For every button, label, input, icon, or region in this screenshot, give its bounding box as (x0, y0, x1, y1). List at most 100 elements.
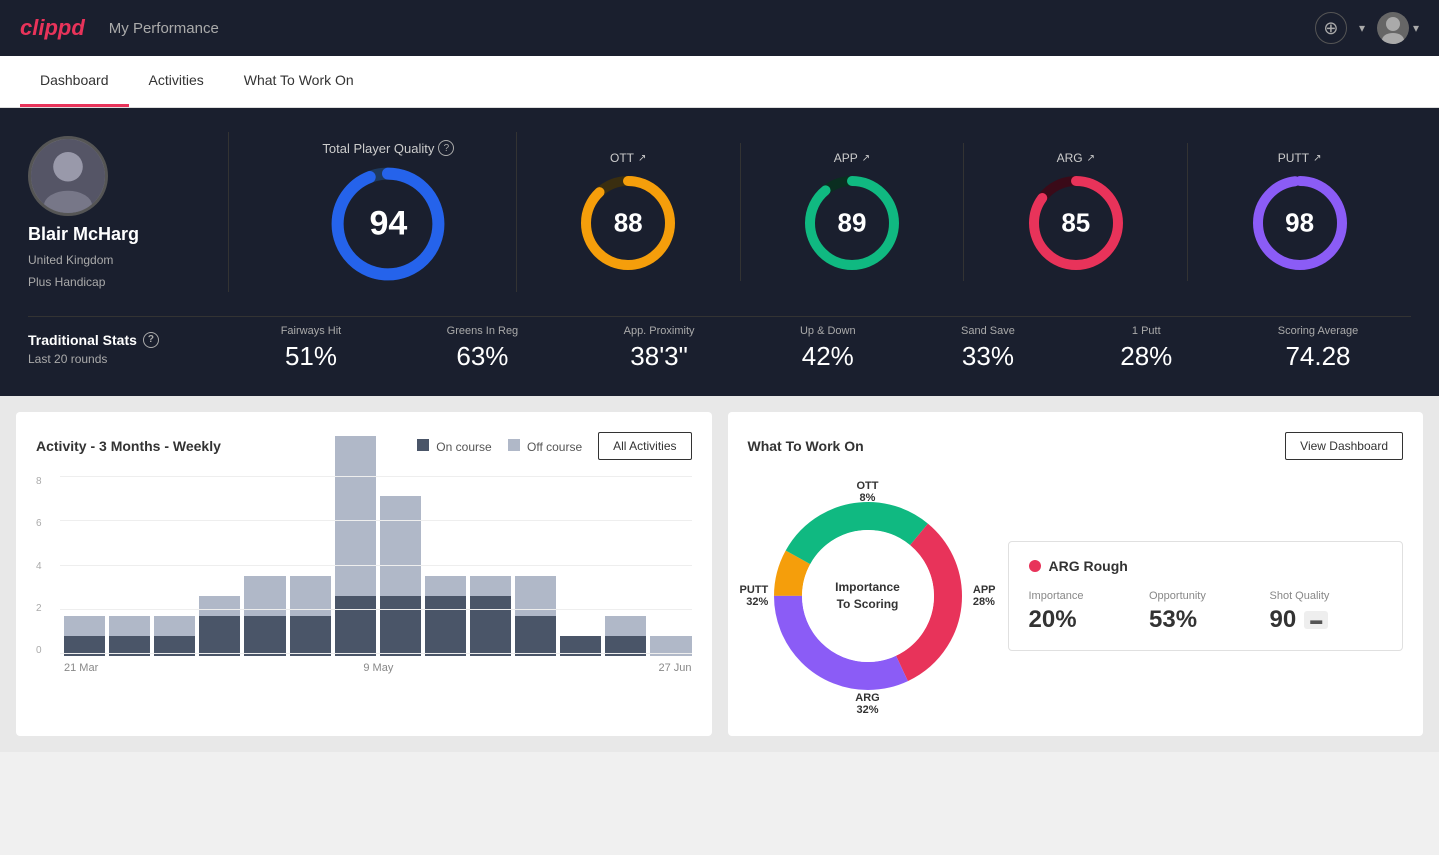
traditional-stats-row: Traditional Stats ? Last 20 rounds Fairw… (28, 316, 1411, 372)
x-label-may: 9 May (363, 662, 393, 674)
stat-fairways-value: 51% (285, 341, 337, 372)
bar-bottom (244, 616, 285, 656)
stat-scoring-label: Scoring Average (1278, 325, 1359, 337)
stat-updown-value: 42% (802, 341, 854, 372)
bar-bottom (425, 596, 466, 656)
stat-proximity-label: App. Proximity (624, 325, 695, 337)
bar-top (244, 576, 285, 616)
info-shot-quality-value: 90 (1270, 606, 1297, 634)
stats-info-icon[interactable]: ? (143, 332, 159, 348)
bar-top (380, 496, 421, 596)
app-label: APP ↗ (834, 151, 870, 165)
stat-items: Fairways Hit 51% Greens In Reg 63% App. … (228, 325, 1411, 372)
app-value: 89 (838, 208, 867, 239)
bar-group-9 (470, 576, 511, 656)
stat-proximity: App. Proximity 38'3" (624, 325, 695, 372)
bar-group-8 (425, 576, 466, 656)
total-quality-label: Total Player Quality ? (322, 140, 454, 156)
bar-bottom (290, 616, 331, 656)
off-course-legend-label: Off course (527, 440, 582, 454)
all-activities-button[interactable]: All Activities (598, 432, 691, 460)
view-dashboard-button[interactable]: View Dashboard (1285, 432, 1403, 460)
bar-bottom (64, 636, 105, 656)
info-grid: Importance 20% Opportunity 53% Shot Qual… (1029, 590, 1383, 634)
player-avatar (28, 136, 108, 216)
bar-group-4 (244, 576, 285, 656)
info-card-dot (1029, 560, 1041, 572)
bar-group-3 (199, 596, 240, 656)
shot-quality-badge: ▬ (1304, 611, 1328, 629)
ott-segment-label: OTT 8% (857, 480, 879, 504)
bar-bottom (605, 636, 646, 656)
arg-gauge: 85 (1026, 173, 1126, 273)
arg-score: ARG ↗ 85 (964, 143, 1188, 281)
tab-dashboard[interactable]: Dashboard (20, 56, 129, 107)
bar-bottom (380, 596, 421, 656)
tab-activities[interactable]: Activities (129, 56, 224, 107)
header: clippd My Performance ⊕ ▾ ▾ (0, 0, 1439, 56)
bar-group-1 (109, 616, 150, 656)
bar-group-0 (64, 616, 105, 656)
bar-group-7 (380, 496, 421, 656)
player-handicap: Plus Handicap (28, 275, 105, 289)
stats-subtitle: Last 20 rounds (28, 352, 228, 366)
app-gauge: 89 (802, 173, 902, 273)
activity-panel: Activity - 3 Months - Weekly On course O… (16, 412, 712, 736)
bar-top (515, 576, 556, 616)
x-label-jun: 27 Jun (658, 662, 691, 674)
stat-updown-label: Up & Down (800, 325, 856, 337)
stat-sandsave-value: 33% (962, 341, 1014, 372)
stat-sandsave: Sand Save 33% (961, 325, 1015, 372)
add-button[interactable]: ⊕ (1315, 12, 1347, 44)
bar-top (425, 576, 466, 596)
bar-group-10 (515, 576, 556, 656)
chevron-down-icon: ▾ (1413, 21, 1419, 35)
logo: clippd (20, 15, 85, 41)
chevron-down-icon: ▾ (1359, 21, 1365, 35)
donut-center-label: ImportanceTo Scoring (835, 579, 900, 613)
x-label-mar: 21 Mar (64, 662, 98, 674)
bottom-panels: Activity - 3 Months - Weekly On course O… (0, 396, 1439, 752)
plus-icon: ⊕ (1323, 18, 1338, 39)
stat-oneputt-value: 28% (1120, 341, 1172, 372)
ott-gauge: 88 (578, 173, 678, 273)
logo-area: clippd My Performance (20, 15, 219, 41)
info-importance-value: 20% (1029, 606, 1142, 634)
page-title: My Performance (109, 20, 219, 37)
player-name: Blair McHarg (28, 224, 139, 245)
bar-group-6 (335, 436, 376, 656)
info-opportunity-value: 53% (1149, 606, 1262, 634)
off-course-legend-dot (508, 439, 520, 451)
stat-oneputt-label: 1 Putt (1132, 325, 1161, 337)
info-card-title: ARG Rough (1029, 558, 1383, 574)
total-quality-gauge: 94 (328, 164, 448, 284)
bar-bottom (154, 636, 195, 656)
putt-gauge: 98 (1250, 173, 1350, 273)
total-quality-value: 94 (369, 205, 407, 244)
info-importance: Importance 20% (1029, 590, 1142, 634)
on-course-legend-dot (417, 439, 429, 451)
hero-section: Blair McHarg United Kingdom Plus Handica… (0, 108, 1439, 396)
total-quality-score: Total Player Quality ? 94 (261, 132, 517, 292)
chart-title: Activity - 3 Months - Weekly (36, 438, 221, 454)
bar-top (199, 596, 240, 616)
stat-sandsave-label: Sand Save (961, 325, 1015, 337)
bar-top (335, 436, 376, 596)
tab-what-to-work-on[interactable]: What To Work On (224, 56, 374, 107)
bar-top (470, 576, 511, 596)
bar-bottom (335, 596, 376, 656)
ott-score: OTT ↗ 88 (517, 143, 741, 281)
quality-scores: Total Player Quality ? 94 OTT ↗ (228, 132, 1411, 292)
bar-top (650, 636, 691, 656)
putt-label: PUTT ↗ (1278, 151, 1322, 165)
stats-title: Traditional Stats ? (28, 332, 228, 348)
chart-legend: On course Off course (417, 439, 582, 454)
info-icon[interactable]: ? (438, 140, 454, 156)
stat-greens: Greens In Reg 63% (447, 325, 519, 372)
user-avatar-button[interactable]: ▾ (1377, 12, 1419, 44)
info-importance-label: Importance (1029, 590, 1142, 602)
bar-bottom (470, 596, 511, 656)
bar-group-2 (154, 616, 195, 656)
bar-top (109, 616, 150, 636)
info-opportunity: Opportunity 53% (1149, 590, 1262, 634)
